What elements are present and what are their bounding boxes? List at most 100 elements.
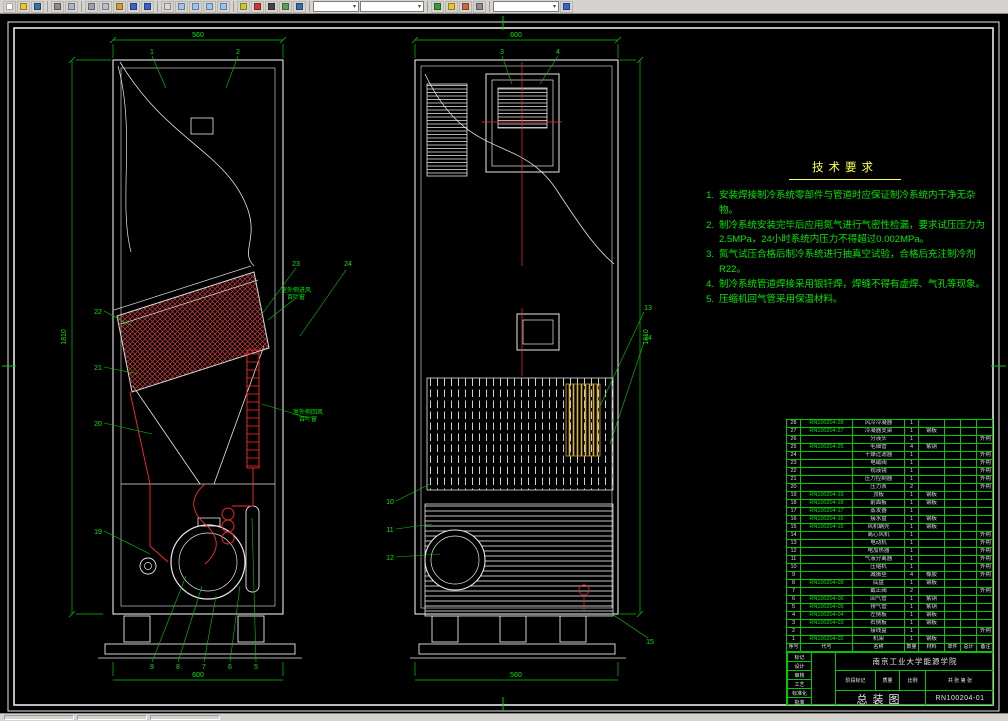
bom-cell-no: 18: [787, 500, 801, 507]
zoom-realtime-button[interactable]: [175, 1, 188, 13]
bom-cell-u: [945, 516, 961, 523]
pan-button[interactable]: [161, 1, 174, 13]
part-callout-number: 13: [644, 305, 652, 312]
bom-cell-qty: 1: [905, 468, 919, 475]
open-button[interactable]: [17, 1, 30, 13]
zoom-extents-button[interactable]: [217, 1, 230, 13]
status-cell: [77, 715, 147, 720]
bom-cell-qty: 1: [905, 500, 919, 507]
bom-cell-name: 回气管: [853, 596, 905, 603]
color-control[interactable]: ▾: [313, 1, 359, 12]
bom-cell-t: [961, 540, 977, 547]
bom-cell-qty: 4: [905, 444, 919, 451]
techreq-item: 3.氮气试压合格后制冷系统进行抽真空试验，合格后充注制冷剂R22。: [702, 248, 988, 277]
bom-cell-t: [961, 612, 977, 619]
bom-cell-code: RN100204-15: [801, 524, 853, 531]
bom-cell-note: [977, 636, 994, 643]
tb-label-standardization: 标准化: [787, 688, 811, 697]
annotation-text: 室外侧进风: [281, 286, 311, 294]
bom-cell-name: 压力控制器: [853, 476, 905, 483]
techreq-item: 4.制冷系统管道焊接采用银钎焊，焊缝不得有虚焊、气孔等现象。: [702, 278, 988, 292]
help-button[interactable]: [560, 1, 573, 13]
bom-cell-qty: 1: [905, 540, 919, 547]
bom-row: 19RN100204-19顶板1钢板: [787, 492, 992, 500]
bom-cell-no: 25: [787, 444, 801, 451]
bom-cell-code: RN100204-17: [801, 508, 853, 515]
part-callout-number: 21: [94, 365, 102, 372]
paste-icon: [116, 3, 123, 10]
new-button[interactable]: [3, 1, 16, 13]
save-button[interactable]: [31, 1, 44, 13]
bom-cell-mat: [919, 468, 945, 475]
style-control[interactable]: ▾: [493, 1, 559, 12]
undo-button[interactable]: [127, 1, 140, 13]
match-properties-icon: [448, 3, 455, 10]
drawing-canvas[interactable]: 122221201998765232434101112131415 560600…: [0, 14, 1008, 713]
bom-cell-qty: 1: [905, 508, 919, 515]
area-icon: [476, 3, 483, 10]
techreq-item-text: 压缩机回气管采用保温材料。: [719, 293, 988, 307]
properties-button[interactable]: [431, 1, 444, 13]
annotation-notes: 室外侧进风百叶窗室外侧回风百叶窗: [281, 286, 323, 423]
bom-cell-no: 26: [787, 436, 801, 443]
print-button[interactable]: [51, 1, 64, 13]
bom-cell-no: 5: [787, 604, 801, 611]
bom-cell-t: [961, 460, 977, 467]
paste-button[interactable]: [113, 1, 126, 13]
tb-label-sheets: 共 张 第 张: [925, 670, 994, 690]
open-icon: [20, 3, 27, 10]
part-callout-number: 7: [202, 664, 206, 671]
bom-cell-code: RN100204-16: [801, 516, 853, 523]
title-block: 标记 设计 审核 工艺 标准化 批准 南京工业大学能源学院 阶段标记 质量 比例…: [786, 651, 993, 705]
tb-label-check: 审核: [787, 670, 811, 679]
bom-cell-code: [801, 588, 853, 595]
bom-cell-qty: 1: [905, 460, 919, 467]
dimension-value: 1810: [61, 329, 68, 345]
bom-cell-no: 15: [787, 524, 801, 531]
tb-label-mark: 标记: [787, 652, 811, 661]
bom-cell-code: [801, 564, 853, 571]
bom-cell-t: [961, 604, 977, 611]
pan-icon: [164, 3, 171, 10]
bom-cell-mat: 钢板: [919, 612, 945, 619]
bom-cell-note: 外购: [977, 452, 994, 459]
bom-cell-no: 4: [787, 612, 801, 619]
area-button[interactable]: [473, 1, 486, 13]
distance-button[interactable]: [459, 1, 472, 13]
print-preview-button[interactable]: [65, 1, 78, 13]
status-cell: [4, 715, 74, 720]
text-style-button[interactable]: [265, 1, 278, 13]
bom-cell-u: [945, 628, 961, 635]
bom-cell-code: RN100204-05: [801, 604, 853, 611]
bom-cell-name: 电动机: [853, 540, 905, 547]
bom-cell-no: 12: [787, 548, 801, 555]
cut-button[interactable]: [85, 1, 98, 13]
linetype-control[interactable]: ▾: [360, 1, 424, 12]
save-icon: [34, 3, 41, 10]
bom-cell-t: [961, 492, 977, 499]
bom-cell-code: RN100204-02: [801, 636, 853, 643]
bom-cell-note: 外购: [977, 564, 994, 571]
tb-signature-column: [811, 652, 835, 706]
part-callout-number: 9: [150, 664, 154, 671]
bom-cell-u: [945, 468, 961, 475]
bom-cell-name: 底盘: [853, 580, 905, 587]
layers-button[interactable]: [237, 1, 250, 13]
bom-cell-u: [945, 636, 961, 643]
bom-cell-u: [945, 620, 961, 627]
zoom-window-button[interactable]: [189, 1, 202, 13]
layer-color-button[interactable]: [251, 1, 264, 13]
tb-label-approve: 批准: [787, 697, 811, 706]
bom-cell-qty: 1: [905, 548, 919, 555]
combo-arrow-icon: ▾: [553, 3, 556, 10]
bom-cell-code: RN100204-06: [801, 596, 853, 603]
copy-button[interactable]: [99, 1, 112, 13]
redo-button[interactable]: [141, 1, 154, 13]
bom-cell-u: [945, 556, 961, 563]
table-style-button[interactable]: [293, 1, 306, 13]
match-properties-button[interactable]: [445, 1, 458, 13]
dim-style-button[interactable]: [279, 1, 292, 13]
zoom-previous-button[interactable]: [203, 1, 216, 13]
bom-row: 8RN100204-08底盘1钢板: [787, 580, 992, 588]
part-callout-number: 4: [556, 49, 560, 56]
